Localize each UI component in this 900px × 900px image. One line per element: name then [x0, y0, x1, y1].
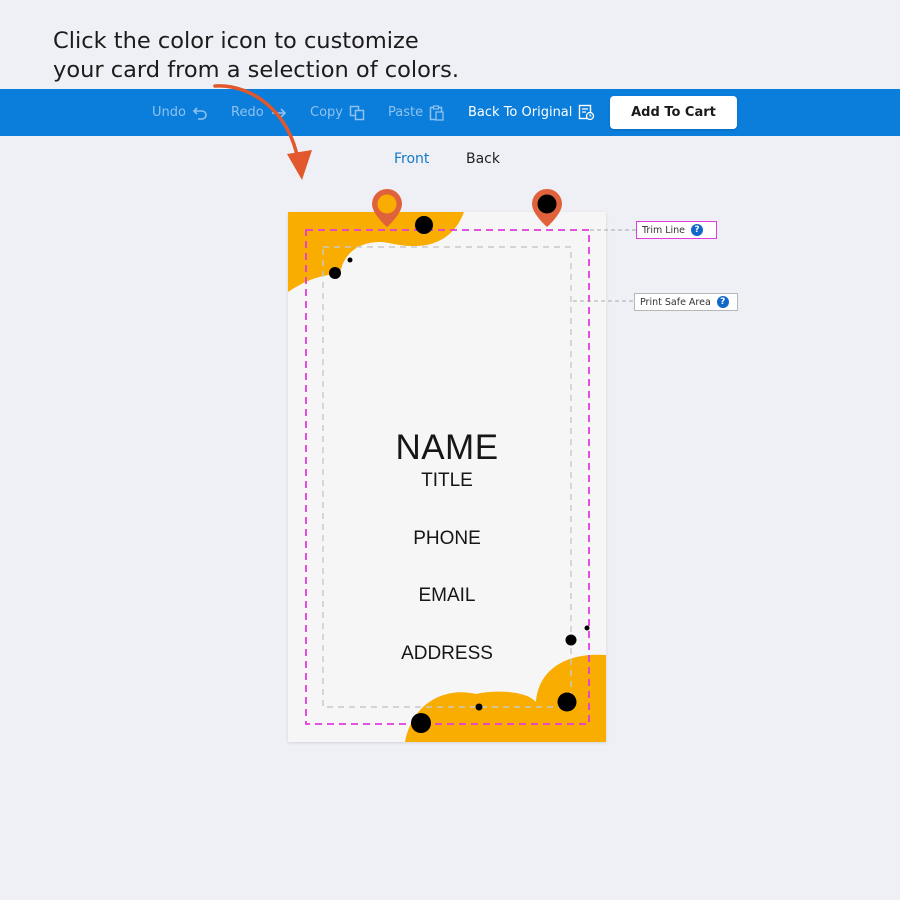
undo-label: Undo [152, 105, 186, 120]
instruction-line-2: your card from a selection of colors. [53, 57, 460, 83]
copy-button[interactable]: Copy [310, 89, 365, 136]
instruction-line-1: Click the color icon to customize [53, 28, 419, 54]
black-dot [411, 713, 431, 733]
copy-icon [349, 105, 365, 120]
add-to-cart-button[interactable]: Add To Cart [610, 96, 737, 129]
print-safe-area-text: Print Safe Area [640, 296, 711, 308]
redo-label: Redo [231, 105, 264, 120]
undo-button[interactable]: Undo [152, 89, 208, 136]
black-dot [329, 267, 341, 279]
black-dot [415, 216, 433, 234]
black-dot [475, 703, 483, 711]
reset-icon [579, 104, 595, 121]
card-title-field[interactable]: TITLE [288, 470, 606, 492]
bottom-right-orange-shape [405, 654, 606, 742]
card-email-field[interactable]: EMAIL [288, 585, 606, 607]
black-dot [557, 692, 577, 712]
card-address-field[interactable]: ADDRESS [288, 643, 606, 665]
black-dot [584, 625, 590, 631]
undo-icon [192, 106, 207, 120]
trim-line-text: Trim Line [642, 224, 686, 236]
color-pin-orange-icon[interactable] [371, 188, 403, 228]
redo-button[interactable]: Redo [231, 89, 288, 136]
redo-icon [271, 107, 286, 118]
tab-front[interactable]: Front [394, 151, 429, 167]
help-icon[interactable]: ? [691, 224, 704, 236]
paste-button[interactable]: Paste [388, 89, 445, 136]
copy-label: Copy [310, 105, 343, 120]
tab-back[interactable]: Back [466, 151, 500, 167]
paste-label: Paste [388, 105, 424, 120]
help-icon[interactable]: ? [716, 296, 729, 308]
trim-line-label: Trim Line ? [636, 221, 717, 239]
back-to-original-button[interactable]: Back To Original [468, 89, 595, 136]
paste-icon [429, 104, 444, 121]
instruction-text: Click the color icon to customize your c… [53, 27, 553, 85]
black-dot [347, 257, 353, 263]
card-phone-field[interactable]: PHONE [288, 528, 606, 550]
print-safe-area-label: Print Safe Area ? [634, 293, 738, 311]
color-pin-black-icon[interactable] [531, 188, 563, 228]
back-to-original-label: Back To Original [468, 105, 573, 120]
card-name-field[interactable]: NAME [288, 428, 606, 468]
editor-toolbar: Undo Redo Copy Paste Back To Original [0, 89, 900, 136]
